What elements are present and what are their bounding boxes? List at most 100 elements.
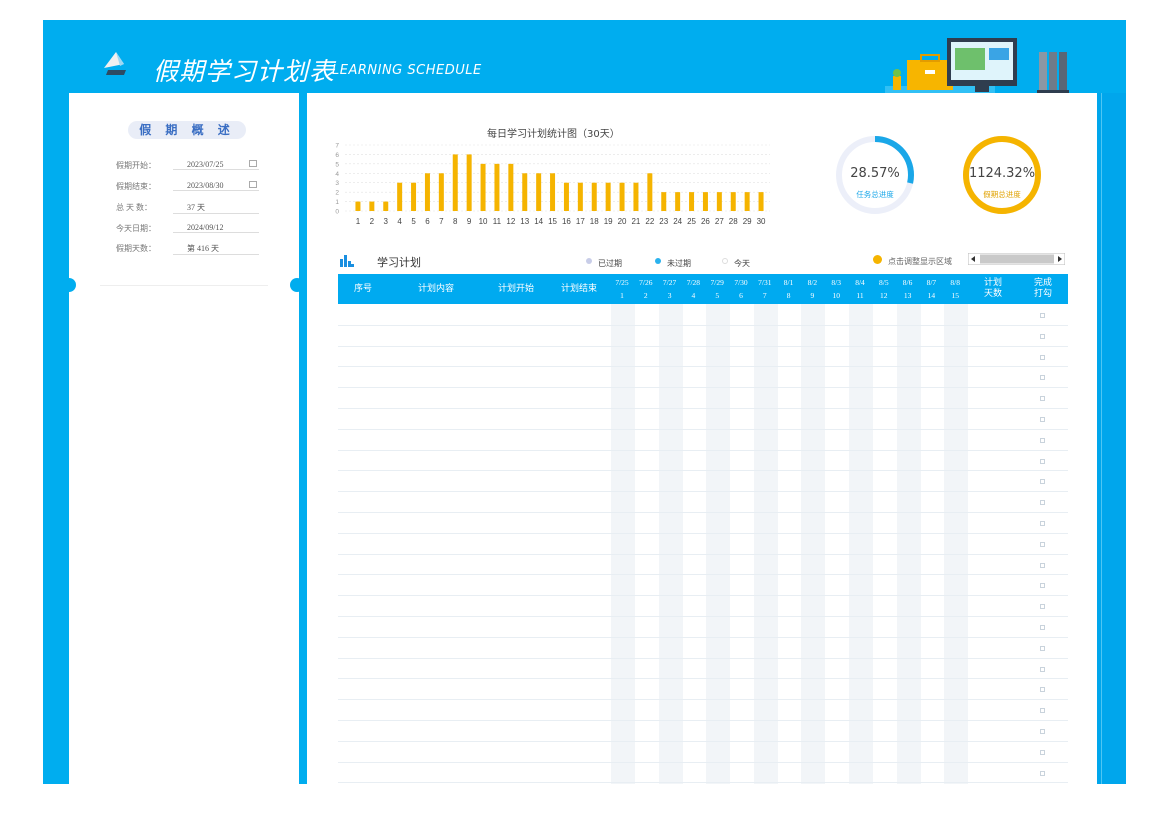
table-row[interactable] xyxy=(338,408,1068,409)
date-column-header: 8/1 8 xyxy=(778,276,800,302)
x-tick-label: 7 xyxy=(439,217,444,226)
y-tick-label: 3 xyxy=(335,180,339,187)
chart-bar xyxy=(730,192,736,211)
done-checkbox[interactable] xyxy=(1040,645,1045,651)
chart-bar xyxy=(480,163,486,211)
day-number-label: 7 xyxy=(762,291,767,300)
desk-lamp-icon xyxy=(104,52,126,75)
table-row[interactable] xyxy=(338,616,1068,617)
x-tick-label: 24 xyxy=(673,217,682,226)
holiday-day-value: 第 416 天 xyxy=(173,243,259,255)
table-row[interactable] xyxy=(338,782,1068,784)
table-row[interactable] xyxy=(338,491,1068,493)
date-column-shade xyxy=(944,304,969,784)
done-checkbox[interactable] xyxy=(1040,729,1045,734)
col-plan-days: 计划 天数 xyxy=(968,274,1018,304)
x-tick-label: 8 xyxy=(453,217,458,226)
table-row[interactable] xyxy=(338,512,1068,513)
calendar-icon[interactable] xyxy=(249,181,257,188)
chart-bar xyxy=(702,192,708,211)
x-tick-label: 17 xyxy=(576,217,585,226)
done-checkbox[interactable] xyxy=(1040,541,1045,547)
done-checkbox[interactable] xyxy=(1040,749,1045,755)
task-progress-label: 任务总进度 xyxy=(856,190,894,199)
table-row[interactable] xyxy=(338,345,1068,347)
done-checkbox[interactable] xyxy=(1040,354,1045,360)
chart-bar xyxy=(605,182,611,211)
done-checkbox[interactable] xyxy=(1040,417,1045,422)
x-tick-label: 9 xyxy=(467,217,472,226)
done-checkbox[interactable] xyxy=(1040,666,1045,672)
total-days-value: 37 天 xyxy=(173,202,259,214)
done-checkbox[interactable] xyxy=(1040,479,1045,485)
chart-bar xyxy=(661,192,667,211)
table-row[interactable] xyxy=(338,324,1068,326)
x-tick-label: 21 xyxy=(631,217,640,226)
done-checkbox[interactable] xyxy=(1040,458,1045,464)
done-checkbox[interactable] xyxy=(1040,437,1045,443)
done-checkbox[interactable] xyxy=(1040,708,1045,714)
done-checkbox[interactable] xyxy=(1040,375,1045,381)
table-row[interactable] xyxy=(338,595,1068,597)
x-tick-label: 5 xyxy=(411,217,416,226)
y-tick-label: 5 xyxy=(335,161,339,168)
y-tick-label: 0 xyxy=(335,209,339,216)
done-checkbox[interactable] xyxy=(1040,625,1045,630)
chart-bar xyxy=(411,182,417,211)
date-column-header: 8/2 9 xyxy=(801,276,823,302)
day-number-label: 4 xyxy=(691,291,696,300)
legend-today-label: 今天 xyxy=(734,259,750,268)
table-row[interactable] xyxy=(338,366,1068,368)
done-checkbox[interactable] xyxy=(1040,770,1045,776)
table-row[interactable] xyxy=(338,532,1068,534)
done-checkbox[interactable] xyxy=(1040,521,1045,526)
chart-bar xyxy=(577,182,583,211)
chart-bar xyxy=(591,182,597,211)
end-date-field[interactable]: 2023/08/30 xyxy=(173,181,259,191)
done-checkbox[interactable] xyxy=(1040,396,1045,402)
chart-bar xyxy=(563,182,569,211)
done-checkbox[interactable] xyxy=(1040,604,1045,610)
x-tick-label: 28 xyxy=(729,217,738,226)
done-checkbox[interactable] xyxy=(1040,333,1045,339)
page-subtitle: LEARNING SCHEDULE xyxy=(332,63,482,78)
done-checkbox[interactable] xyxy=(1040,687,1045,693)
start-date-field[interactable]: 2023/07/25 xyxy=(173,160,259,170)
table-row[interactable] xyxy=(338,678,1068,680)
x-tick-label: 20 xyxy=(618,217,627,226)
table-row[interactable] xyxy=(338,553,1068,555)
summary-panel xyxy=(69,93,299,784)
table-row[interactable] xyxy=(338,449,1068,451)
table-row[interactable] xyxy=(338,740,1068,742)
date-column-header: 7/29 5 xyxy=(706,276,728,302)
date-range-scrollbar[interactable] xyxy=(968,253,1065,265)
table-row[interactable] xyxy=(338,657,1068,659)
date-column-header: 7/26 2 xyxy=(635,276,657,302)
done-checkbox[interactable] xyxy=(1040,583,1045,589)
date-column-header: 7/31 7 xyxy=(754,276,776,302)
chart-bar xyxy=(494,163,500,211)
table-row[interactable] xyxy=(338,574,1068,576)
table-row[interactable] xyxy=(338,387,1068,389)
x-tick-label: 16 xyxy=(562,217,571,226)
table-row[interactable] xyxy=(338,470,1068,472)
table-row[interactable] xyxy=(338,720,1068,721)
date-column-header: 8/4 11 xyxy=(849,276,871,302)
y-tick-label: 2 xyxy=(335,190,339,197)
y-tick-label: 4 xyxy=(335,171,339,178)
chart-bar xyxy=(536,173,542,211)
table-row[interactable] xyxy=(338,761,1068,763)
date-column-header: 7/30 6 xyxy=(730,276,752,302)
x-tick-label: 27 xyxy=(715,217,724,226)
table-row[interactable] xyxy=(338,699,1068,701)
table-row[interactable] xyxy=(338,636,1068,638)
done-checkbox[interactable] xyxy=(1040,562,1045,568)
calendar-icon[interactable] xyxy=(249,160,257,167)
done-checkbox[interactable] xyxy=(1040,313,1045,318)
table-row[interactable] xyxy=(338,428,1068,430)
done-checkbox[interactable] xyxy=(1040,500,1045,506)
x-tick-label: 3 xyxy=(384,217,389,226)
day-number-label: 8 xyxy=(786,291,791,300)
date-column-shade xyxy=(753,304,778,784)
chart-bar xyxy=(452,154,458,211)
